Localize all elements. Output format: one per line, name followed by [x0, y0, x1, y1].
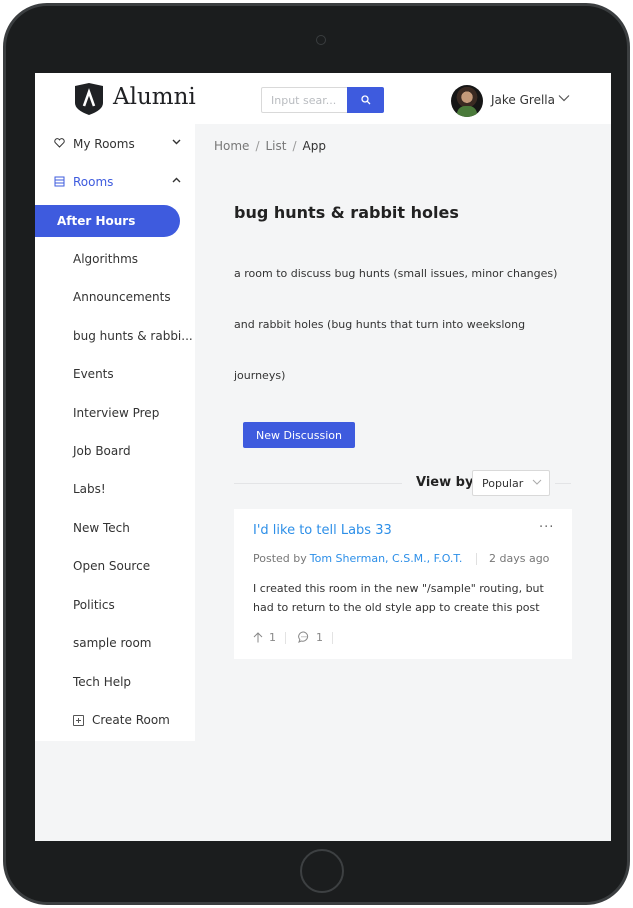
sidebar-item-open-source[interactable]: Open Source [73, 559, 150, 573]
breadcrumb-separator: / [255, 139, 260, 153]
app-logo-text: Alumni [113, 84, 196, 110]
sidebar-item-my-rooms[interactable]: My Rooms [35, 128, 195, 160]
sidebar-item-events[interactable]: Events [73, 367, 114, 381]
sidebar-item-algorithms[interactable]: Algorithms [73, 252, 138, 266]
sidebar: My Rooms Rooms After Hours Algorithms An… [35, 124, 195, 741]
home-button[interactable] [300, 849, 344, 893]
sidebar-item-bug-hunts[interactable]: bug hunts & rabbi... [73, 329, 193, 343]
upvote-arrow-icon[interactable] [253, 632, 263, 643]
search-input[interactable] [262, 88, 348, 112]
post-meta: Posted by Tom Sherman, C.S.M., F.O.T. [253, 552, 462, 565]
sidebar-item-label: After Hours [57, 214, 136, 228]
plus-square-icon [73, 715, 84, 726]
breadcrumb-list[interactable]: List [265, 139, 286, 153]
sidebar-item-new-tech[interactable]: New Tech [73, 521, 130, 535]
sidebar-item-politics[interactable]: Politics [73, 598, 115, 612]
post-body-line: I created this room in the new "/sample"… [253, 582, 544, 595]
divider [234, 483, 402, 484]
post-time: 2 days ago [489, 552, 550, 565]
post-author-link[interactable]: Tom Sherman, C.S.M., F.O.T. [310, 552, 463, 565]
avatar[interactable] [451, 85, 483, 117]
user-name[interactable]: Jake Grella [491, 93, 555, 107]
rooms-icon [54, 176, 65, 187]
tablet-frame: Alumni Jake Grella [3, 3, 630, 905]
breadcrumb-separator: / [292, 139, 297, 153]
app-screen: Alumni Jake Grella [35, 73, 611, 841]
chevron-down-icon [532, 479, 542, 485]
chevron-down-icon[interactable] [558, 94, 570, 102]
post-title[interactable]: I'd like to tell Labs 33 [253, 523, 392, 538]
create-room-label: Create Room [92, 713, 170, 727]
new-discussion-button[interactable]: New Discussion [243, 422, 355, 448]
room-description-line: and rabbit holes (bug hunts that turn in… [234, 318, 526, 331]
post-card: I'd like to tell Labs 33 ··· Posted by To… [234, 509, 572, 659]
sidebar-item-label: Rooms [73, 175, 114, 189]
sidebar-item-labs[interactable]: Labs! [73, 482, 106, 496]
chevron-down-icon [172, 139, 181, 145]
search-icon [360, 95, 370, 105]
top-header: Alumni Jake Grella [35, 73, 611, 124]
sidebar-item-interview-prep[interactable]: Interview Prep [73, 406, 159, 420]
divider [555, 483, 571, 484]
more-options-icon[interactable]: ··· [539, 520, 554, 535]
comment-count: 1 [316, 631, 323, 644]
stat-separator [285, 632, 286, 644]
view-by-selected-value: Popular [482, 477, 524, 490]
posted-by-label: Posted by [253, 552, 307, 565]
view-by-label: View by: [416, 475, 479, 490]
post-body-line: had to return to the old style app to cr… [253, 601, 540, 614]
heart-icon [54, 138, 65, 148]
view-by-select[interactable]: Popular [472, 470, 550, 496]
room-description-line: journeys) [234, 369, 286, 382]
sidebar-item-job-board[interactable]: Job Board [73, 444, 131, 458]
chevron-up-icon [172, 177, 181, 183]
room-title: bug hunts & rabbit holes [234, 203, 459, 222]
logo-shield-icon [75, 83, 103, 115]
sidebar-item-sample-room[interactable]: sample room [73, 636, 152, 650]
breadcrumb: Home / List / App [214, 139, 326, 153]
search-button[interactable] [347, 87, 384, 113]
sidebar-item-after-hours[interactable]: After Hours [35, 205, 180, 237]
search-box [261, 87, 384, 113]
camera-icon [316, 35, 326, 45]
sidebar-item-announcements[interactable]: Announcements [73, 290, 171, 304]
meta-separator [476, 553, 477, 565]
sidebar-item-tech-help[interactable]: Tech Help [73, 675, 131, 689]
breadcrumb-home[interactable]: Home [214, 139, 249, 153]
sidebar-item-label: My Rooms [73, 137, 135, 151]
breadcrumb-current: App [302, 139, 326, 153]
sidebar-item-rooms[interactable]: Rooms [35, 166, 195, 198]
upvote-count: 1 [269, 631, 276, 644]
room-description-line: a room to discuss bug hunts (small issue… [234, 267, 558, 280]
stat-separator [332, 632, 333, 644]
comment-icon[interactable] [298, 631, 310, 643]
